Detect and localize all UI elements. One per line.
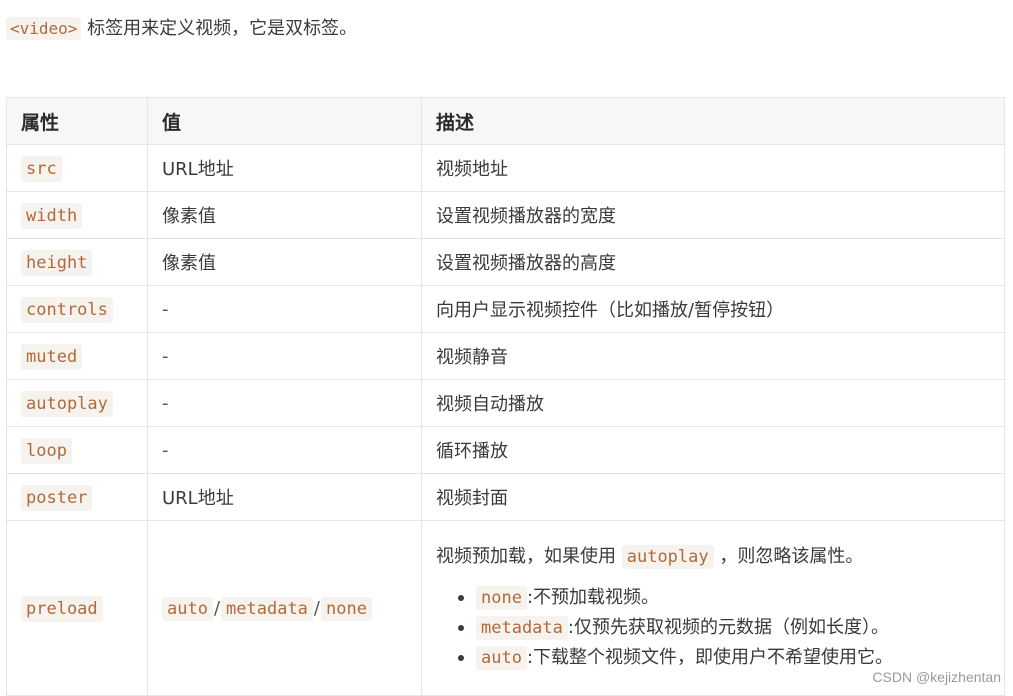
value-cell: 像素值	[147, 238, 422, 286]
value-none: none	[321, 596, 372, 621]
table-row: loop - 循环播放	[6, 426, 1005, 474]
preload-desc-line: 视频预加载，如果使用 autoplay ，则忽略该属性。	[436, 543, 990, 571]
table-header-row: 属性 值 描述	[6, 97, 1005, 145]
attr-autoplay: autoplay	[21, 390, 113, 417]
value-cell: -	[147, 379, 422, 427]
table-row: width 像素值 设置视频播放器的宽度	[6, 191, 1005, 239]
desc-cell: 向用户显示视频控件（比如播放/暂停按钮）	[421, 285, 1005, 333]
desc-before: 视频预加载，如果使用	[436, 546, 616, 567]
value-cell: -	[147, 332, 422, 380]
intro-paragraph: <video> 标签用来定义视频，它是双标签。	[6, 16, 357, 42]
table-row: controls - 向用户显示视频控件（比如播放/暂停按钮）	[6, 285, 1005, 333]
list-item: none:不预加载视频。	[458, 583, 990, 613]
watermark: CSDN @kejizhentan	[872, 669, 1001, 685]
bullet-icon	[458, 595, 464, 601]
header-value: 值	[147, 97, 422, 145]
attr-controls: controls	[21, 296, 113, 323]
table-row: src URL地址 视频地址	[6, 144, 1005, 192]
attr-height: height	[21, 249, 93, 276]
value-cell: -	[147, 426, 422, 474]
bullet-icon	[458, 655, 464, 661]
table-row: poster URL地址 视频封面	[6, 473, 1005, 521]
desc-cell: 设置视频播放器的高度	[421, 238, 1005, 286]
desc-cell: 循环播放	[421, 426, 1005, 474]
separator: /	[213, 597, 221, 619]
value-auto: auto	[162, 596, 213, 621]
desc-after: ，则忽略该属性。	[719, 546, 864, 567]
desc-cell: 视频地址	[421, 144, 1005, 192]
video-tag-code: <video>	[6, 17, 82, 40]
desc-cell: 视频自动播放	[421, 379, 1005, 427]
table-row: muted - 视频静音	[6, 332, 1005, 380]
attributes-table: 属性 值 描述 src URL地址 视频地址 width 像素值 设置视频播放器…	[6, 97, 1005, 696]
desc-autoplay-code: autoplay	[621, 545, 714, 569]
header-attribute: 属性	[6, 97, 148, 145]
option-text: :下载整个视频文件，即使用户不希望使用它。	[526, 647, 894, 668]
value-cell: URL地址	[147, 144, 422, 192]
header-description: 描述	[421, 97, 1005, 145]
option-text: :不预加载视频。	[526, 587, 660, 608]
bullet-icon	[458, 625, 464, 631]
table-row-preload: preload auto / metadata / none 视频预加载，如果使用 au…	[6, 520, 1005, 696]
table-row: autoplay - 视频自动播放	[6, 379, 1005, 427]
desc-cell: 设置视频播放器的宽度	[421, 191, 1005, 239]
preload-options-list: none:不预加载视频。 metadata:仅预先获取视频的元数据（例如长度）。…	[436, 583, 990, 673]
option-text: :仅预先获取视频的元数据（例如长度）。	[567, 617, 889, 638]
intro-text: 标签用来定义视频，它是双标签。	[87, 18, 358, 39]
option-code: auto	[476, 646, 527, 670]
attr-poster: poster	[21, 484, 93, 511]
value-cell: 像素值	[147, 191, 422, 239]
value-cell: -	[147, 285, 422, 333]
list-item: metadata:仅预先获取视频的元数据（例如长度）。	[458, 613, 990, 643]
table-row: height 像素值 设置视频播放器的高度	[6, 238, 1005, 286]
desc-cell: 视频封面	[421, 473, 1005, 521]
separator: /	[313, 597, 320, 619]
desc-cell: 视频静音	[421, 332, 1005, 380]
attr-preload: preload	[21, 595, 103, 622]
attr-src: src	[21, 155, 62, 182]
value-cell: URL地址	[147, 473, 422, 521]
preload-values-cell: auto / metadata / none	[147, 520, 422, 696]
attr-muted: muted	[21, 343, 83, 370]
option-code: none	[476, 586, 527, 610]
option-code: metadata	[476, 616, 568, 640]
value-metadata: metadata	[221, 596, 313, 621]
attr-loop: loop	[21, 437, 72, 464]
attr-width: width	[21, 202, 83, 229]
